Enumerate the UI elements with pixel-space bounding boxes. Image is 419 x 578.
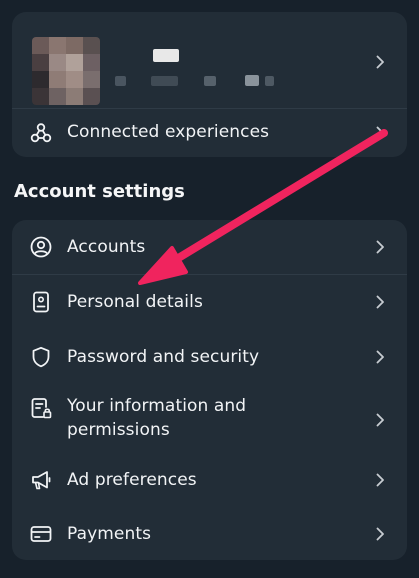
settings-item-payments[interactable]: Payments	[12, 507, 407, 560]
chevron-right-icon	[375, 413, 385, 427]
chevron-right-icon	[376, 54, 385, 73]
document-lock-icon	[30, 397, 52, 419]
settings-item-ad-preferences[interactable]: Ad preferences	[12, 455, 407, 507]
profile-name-redacted	[153, 49, 179, 62]
avatar-pixel	[83, 54, 100, 71]
avatar-pixel	[66, 54, 83, 71]
chevron-right-icon	[375, 126, 385, 140]
profile-detail-redacted	[115, 76, 126, 86]
settings-item-label: Ad preferences	[67, 470, 197, 490]
section-title: Account settings	[14, 181, 185, 202]
connected-experiences-label: Connected experiences	[67, 122, 270, 142]
avatar-pixel	[49, 54, 66, 71]
avatar-pixel	[66, 71, 83, 88]
credit-card-icon	[30, 523, 52, 545]
profile-detail-redacted	[245, 75, 259, 86]
avatar-pixel	[49, 88, 66, 105]
account-settings-card: Accounts Personal details Password and s…	[12, 220, 407, 560]
avatar-pixel	[66, 37, 83, 54]
chevron-right-icon	[375, 350, 385, 364]
avatar-pixel	[32, 71, 49, 88]
profile-detail-redacted	[204, 76, 216, 86]
chevron-right-icon	[375, 295, 385, 309]
settings-item-label: Your information and	[67, 396, 247, 416]
connected-nodes-icon	[30, 122, 52, 144]
profile-detail-redacted	[265, 76, 274, 86]
settings-item-password-security[interactable]: Password and security	[12, 329, 407, 385]
settings-item-label: permissions	[67, 420, 170, 440]
avatar-pixel	[32, 54, 49, 71]
chevron-right-icon	[375, 527, 385, 541]
avatar-pixel	[66, 88, 83, 105]
avatar-pixel	[32, 88, 49, 105]
avatar-pixel	[49, 71, 66, 88]
settings-item-accounts[interactable]: Accounts	[12, 220, 407, 274]
shield-icon	[30, 346, 52, 368]
settings-item-label: Password and security	[67, 347, 260, 367]
avatar-pixel	[49, 37, 66, 54]
avatar-pixel	[83, 88, 100, 105]
megaphone-icon	[30, 469, 52, 491]
avatar-pixel	[83, 71, 100, 88]
settings-item-label: Accounts	[67, 237, 146, 257]
id-card-icon	[30, 291, 52, 313]
user-circle-icon	[30, 236, 52, 258]
settings-item-your-information[interactable]: Your information and permissions	[12, 385, 407, 455]
settings-item-personal-details[interactable]: Personal details	[12, 275, 407, 329]
chevron-right-icon	[375, 473, 385, 487]
profile-row[interactable]	[12, 12, 407, 108]
profile-card: Connected experiences	[12, 12, 407, 157]
avatar-pixel	[32, 37, 49, 54]
settings-item-label: Payments	[67, 524, 152, 544]
connected-experiences-row[interactable]: Connected experiences	[12, 109, 407, 157]
avatar	[32, 37, 100, 105]
profile-detail-redacted	[151, 76, 178, 86]
settings-item-label: Personal details	[67, 292, 203, 312]
avatar-pixel	[83, 37, 100, 54]
chevron-right-icon	[375, 240, 385, 254]
